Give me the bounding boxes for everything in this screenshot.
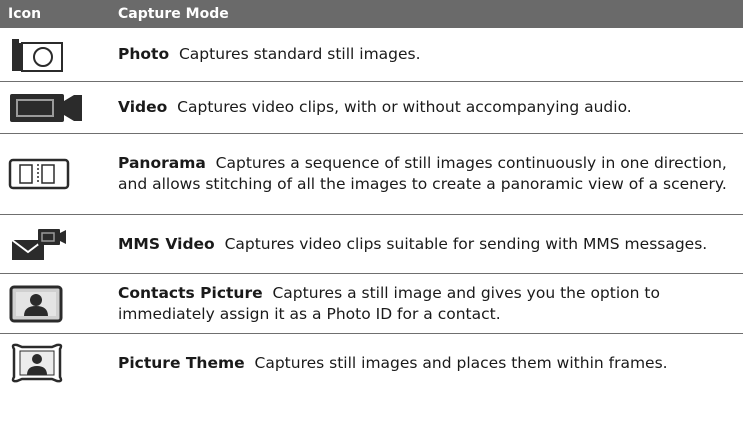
- mode-text: Captures standard still images.: [178, 45, 421, 63]
- mode-text: Captures still images and places them wi…: [254, 353, 668, 372]
- mode-title: MMS Video: [118, 234, 215, 253]
- table-row: Video Captures video clips, with or with…: [0, 82, 743, 134]
- icon-cell: [0, 28, 107, 81]
- mode-text: Captures a sequence of still images cont…: [118, 154, 727, 193]
- row-description: Picture Theme Captures still images and …: [107, 353, 743, 374]
- row-description: Video Captures video clips, with or with…: [107, 97, 743, 118]
- mode-text: Captures video clips, with or without ac…: [177, 98, 632, 116]
- header-capture-mode-column: Capture Mode: [118, 6, 229, 22]
- icon-cell: [0, 82, 107, 133]
- photo-camera-icon: [12, 38, 63, 72]
- icon-cell: [0, 215, 107, 273]
- mode-title: Picture Theme: [118, 353, 245, 372]
- table-row: Contacts Picture Captures a still image …: [0, 274, 743, 334]
- video-camera-icon: [10, 93, 82, 122]
- table-row: Picture Theme Captures still images and …: [0, 334, 743, 392]
- mms-video-icon: [11, 229, 66, 260]
- mode-title: Panorama: [118, 154, 206, 172]
- picture-theme-icon: [11, 343, 63, 383]
- table-row: MMS Video Captures video clips suitable …: [0, 215, 743, 274]
- row-description: Photo Captures standard still images.: [107, 44, 743, 65]
- panorama-icon: [8, 158, 70, 190]
- row-description: Contacts Picture Captures a still image …: [107, 283, 743, 325]
- table-row: Panorama Captures a sequence of still im…: [0, 134, 743, 215]
- row-description: Panorama Captures a sequence of still im…: [107, 153, 743, 195]
- row-description: MMS Video Captures video clips suitable …: [107, 234, 743, 255]
- header-icon-column: Icon: [8, 6, 42, 22]
- mode-title: Photo: [118, 45, 170, 63]
- capture-mode-table: Icon Capture Mode Photo Captures standar…: [0, 0, 743, 392]
- icon-cell: [0, 334, 107, 392]
- contacts-picture-icon: [9, 285, 63, 322]
- mode-text: Captures video clips suitable for sendin…: [224, 234, 708, 253]
- mode-title: Video: [118, 98, 168, 116]
- icon-cell: [0, 274, 107, 333]
- table-header: Icon Capture Mode: [0, 0, 743, 28]
- table-row: Photo Captures standard still images.: [0, 28, 743, 82]
- icon-cell: [0, 134, 107, 214]
- mode-title: Contacts Picture: [118, 283, 263, 302]
